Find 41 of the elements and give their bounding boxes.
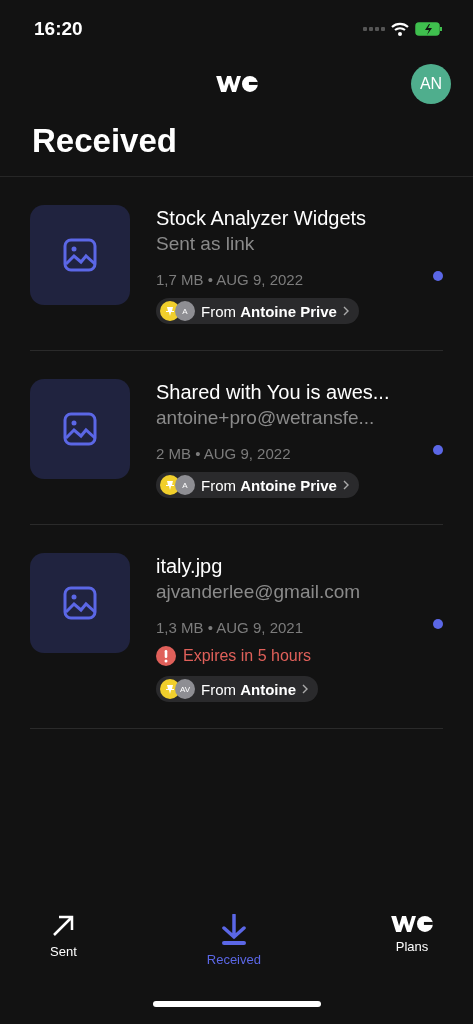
sender-label: From Antoine bbox=[201, 680, 296, 698]
expiry-warning: Expires in 5 hours bbox=[183, 647, 312, 665]
transfer-title: Stock Analyzer Widgets bbox=[156, 206, 367, 231]
transfer-meta: 1,7 MB • AUG 9, 2022 bbox=[156, 271, 303, 288]
page-title: Received bbox=[32, 122, 178, 161]
download-icon bbox=[220, 914, 247, 946]
transfer-meta: 2 MB • AUG 9, 2022 bbox=[156, 445, 291, 462]
battery-charging-icon bbox=[415, 22, 443, 36]
sender-label: From Antoine Prive bbox=[201, 302, 337, 320]
thumbnail[interactable] bbox=[30, 379, 130, 479]
arrow-up-right-icon bbox=[51, 914, 76, 938]
sender-chip[interactable]: AV From Antoine bbox=[156, 676, 318, 702]
sender-label: From Antoine Prive bbox=[201, 476, 337, 494]
image-icon bbox=[63, 412, 97, 446]
chevron-right-icon bbox=[302, 684, 308, 694]
sender-chip[interactable]: A From Antoine Prive bbox=[156, 298, 359, 324]
chevron-right-icon bbox=[342, 306, 349, 316]
logo-icon bbox=[215, 73, 258, 93]
sender-avatar: A bbox=[175, 475, 195, 495]
transfer-subtitle: Sent as link bbox=[156, 232, 255, 256]
transfer-title: Shared with You is awes... bbox=[156, 380, 390, 405]
thumbnail[interactable] bbox=[30, 205, 130, 305]
thumbnail[interactable] bbox=[30, 553, 130, 653]
chevron-right-icon bbox=[342, 480, 349, 490]
image-icon bbox=[63, 586, 97, 620]
tab-bar-item[interactable]: Received bbox=[206, 914, 261, 984]
sender-avatar: AV bbox=[175, 679, 195, 699]
image-icon bbox=[63, 238, 97, 272]
signal-icon bbox=[363, 27, 385, 31]
transfer-meta: 1,3 MB • AUG 9, 2021 bbox=[156, 619, 303, 636]
sender-chip[interactable]: A From Antoine Prive bbox=[156, 472, 359, 498]
tab-bar-item[interactable]: Sent bbox=[50, 914, 77, 984]
logo-icon bbox=[391, 914, 433, 933]
transfer-subtitle: antoine+pro@wetransfe... bbox=[156, 406, 375, 430]
alert-icon bbox=[156, 646, 176, 666]
status-time: 16:20 bbox=[34, 18, 83, 40]
transfer-subtitle: ajvanderlee@gmail.com bbox=[156, 580, 361, 604]
tab-bar-item[interactable]: Plans bbox=[391, 914, 433, 984]
transfer-title: italy.jpg bbox=[156, 554, 223, 579]
wifi-icon bbox=[391, 22, 409, 36]
sender-avatar: A bbox=[175, 301, 195, 321]
